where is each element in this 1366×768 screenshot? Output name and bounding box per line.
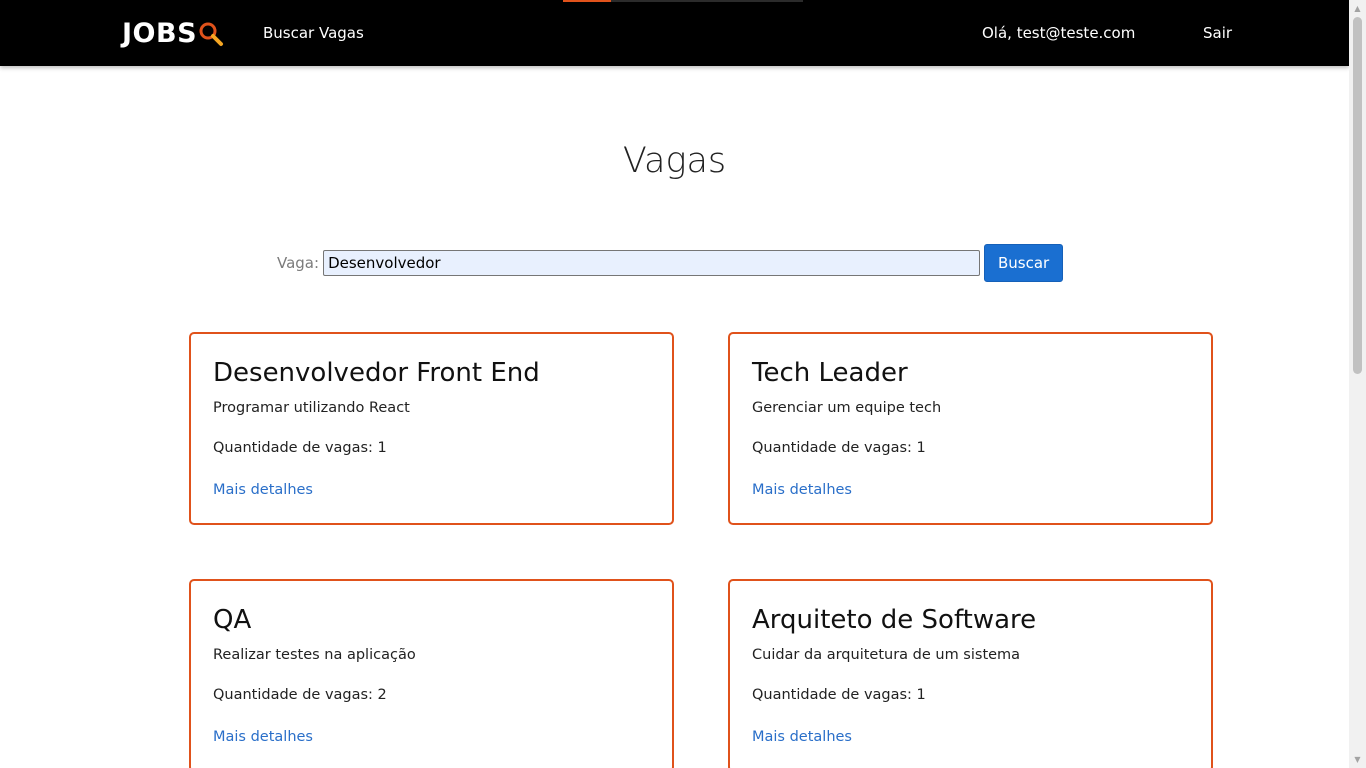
- job-title: QA: [213, 605, 252, 635]
- top-navbar: JOBS Buscar Vagas Olá, test@teste.com Sa…: [0, 0, 1349, 66]
- scroll-down-arrow-icon[interactable]: ▼: [1349, 751, 1366, 768]
- jobs-logo[interactable]: JOBS: [122, 14, 224, 52]
- job-description: Cuidar da arquitetura de um sistema: [752, 647, 1021, 663]
- search-button[interactable]: Buscar: [984, 244, 1064, 282]
- scrollbar-thumb[interactable]: [1353, 17, 1362, 374]
- logo-text: JOBS: [122, 17, 198, 49]
- job-description: Realizar testes na aplicação: [213, 647, 416, 663]
- job-search-input[interactable]: [323, 250, 981, 276]
- nav-search-jobs-link[interactable]: Buscar Vagas: [263, 0, 364, 66]
- job-description: Programar utilizando React: [213, 400, 410, 416]
- job-details-link[interactable]: Mais detalhes: [752, 482, 852, 498]
- job-quantity: Quantidade de vagas: 1: [752, 687, 926, 703]
- job-card: Desenvolvedor Front End Programar utiliz…: [189, 332, 674, 525]
- scroll-up-arrow-icon[interactable]: ▲: [1349, 0, 1366, 17]
- logout-link[interactable]: Sair: [1203, 0, 1232, 66]
- loading-progress-bar: [563, 0, 803, 2]
- job-details-link[interactable]: Mais detalhes: [752, 729, 852, 745]
- app-viewport: JOBS Buscar Vagas Olá, test@teste.com Sa…: [0, 0, 1366, 768]
- page-title: Vagas: [622, 141, 727, 181]
- magnifier-logo-icon: [199, 22, 224, 46]
- user-greeting: Olá, test@teste.com: [982, 24, 1136, 42]
- job-quantity: Quantidade de vagas: 1: [752, 440, 926, 456]
- job-search-form: Vaga: Buscar: [277, 244, 1064, 282]
- job-card: Arquiteto de Software Cuidar da arquitet…: [728, 579, 1213, 768]
- search-label: Vaga:: [277, 254, 320, 272]
- job-title: Arquiteto de Software: [752, 605, 1037, 635]
- job-title: Desenvolvedor Front End: [213, 358, 540, 388]
- job-card: QA Realizar testes na aplicação Quantida…: [189, 579, 674, 768]
- job-card: Tech Leader Gerenciar um equipe tech Qua…: [728, 332, 1213, 525]
- loading-progress-fill: [563, 0, 611, 2]
- job-title: Tech Leader: [752, 358, 908, 388]
- job-details-link[interactable]: Mais detalhes: [213, 482, 313, 498]
- vertical-scrollbar[interactable]: ▲ ▼: [1349, 0, 1366, 768]
- job-description: Gerenciar um equipe tech: [752, 400, 942, 416]
- job-details-link[interactable]: Mais detalhes: [213, 729, 313, 745]
- job-quantity: Quantidade de vagas: 1: [213, 440, 387, 456]
- job-quantity: Quantidade de vagas: 2: [213, 687, 387, 703]
